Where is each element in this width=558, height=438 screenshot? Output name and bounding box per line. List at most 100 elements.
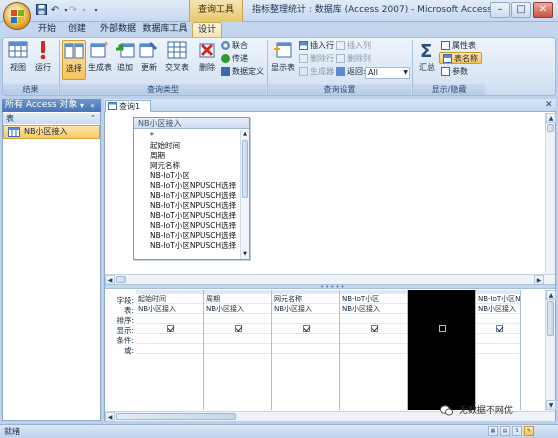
tab-create[interactable]: 创建: [64, 22, 90, 38]
insert-rows-button[interactable]: 插入行: [299, 40, 334, 52]
collapse-section-icon[interactable]: ⌃: [90, 113, 96, 124]
show-checkbox-cell[interactable]: [136, 324, 203, 334]
nav-pane-header[interactable]: 所有 Access 对象 ▾ «: [2, 99, 101, 112]
show-checkbox[interactable]: [495, 325, 503, 332]
field-list-title[interactable]: NB小区接入: [134, 118, 249, 129]
delete-button[interactable]: 删除: [196, 40, 218, 80]
pass-through-button[interactable]: 传递: [221, 53, 248, 65]
scroll-thumb[interactable]: [547, 124, 554, 132]
return-select[interactable]: All ▼: [365, 67, 410, 79]
minimize-button[interactable]: –: [490, 2, 510, 18]
field-item[interactable]: 网元名称: [150, 161, 240, 171]
scroll-down-icon[interactable]: ▼: [546, 400, 556, 410]
grid-vertical-scrollbar[interactable]: ▲ ▼: [545, 290, 556, 411]
sort-cell[interactable]: [340, 314, 407, 324]
table-cell[interactable]: NB小区接入: [272, 304, 339, 314]
or-cell[interactable]: [340, 344, 407, 354]
or-cell[interactable]: [408, 344, 475, 354]
show-checkbox[interactable]: [303, 325, 310, 332]
field-item[interactable]: 周期: [150, 151, 240, 161]
scroll-up-icon[interactable]: ▲: [546, 290, 556, 300]
grid-column[interactable]: 周期 NB小区接入: [204, 294, 272, 410]
field-item[interactable]: NB-IoT小区: [150, 171, 240, 181]
scroll-thumb[interactable]: [547, 301, 554, 336]
field-list-scrollbar[interactable]: ▲ ▼: [240, 130, 249, 259]
field-item[interactable]: NB-IoT小区NPUSCH选择: [150, 231, 240, 241]
run-button[interactable]: 运行: [32, 40, 54, 80]
table-cell[interactable]: NB小区接入: [476, 304, 520, 314]
delete-rows-button[interactable]: 删除行: [299, 53, 334, 65]
field-cell[interactable]: NB-IoT小区NPUSCH选: [476, 294, 520, 304]
table-cell[interactable]: NB小区接入: [204, 304, 271, 314]
close-document-icon[interactable]: ✕: [545, 100, 553, 110]
field-cell[interactable]: 周期: [204, 294, 271, 304]
pane-splitter[interactable]: •••••: [105, 283, 555, 291]
sort-cell[interactable]: [476, 314, 520, 324]
design-view-icon[interactable]: ✎: [524, 426, 534, 436]
maximize-button[interactable]: □: [511, 2, 531, 18]
show-checkbox[interactable]: [371, 325, 378, 332]
criteria-cell[interactable]: [204, 334, 271, 344]
show-table-button[interactable]: 显示表: [270, 40, 296, 80]
show-checkbox-cell[interactable]: [408, 324, 475, 334]
make-table-button[interactable]: 生成表: [87, 40, 113, 80]
field-item[interactable]: NB-IoT小区NPUSCH选择: [150, 211, 240, 221]
show-checkbox[interactable]: [167, 325, 174, 332]
scroll-thumb[interactable]: [116, 413, 236, 420]
field-item[interactable]: NB-IoT小区NPUSCH选择: [150, 221, 240, 231]
show-checkbox[interactable]: [235, 325, 242, 332]
vertical-scrollbar[interactable]: ▲: [545, 113, 556, 274]
or-cell[interactable]: [476, 344, 520, 354]
criteria-cell[interactable]: [340, 334, 407, 344]
sort-cell[interactable]: [272, 314, 339, 324]
table-cell[interactable]: NB小区接入: [340, 304, 407, 314]
field-item[interactable]: 起始时间: [150, 141, 240, 151]
view-button[interactable]: 视图: [6, 40, 30, 80]
show-checkbox-cell[interactable]: [204, 324, 271, 334]
tab-design[interactable]: 设计: [192, 22, 222, 38]
or-cell[interactable]: [272, 344, 339, 354]
sort-cell[interactable]: [204, 314, 271, 324]
sort-cell[interactable]: [408, 314, 475, 324]
datasheet-view-icon[interactable]: ▦: [488, 426, 498, 436]
chevron-down-icon[interactable]: ▾: [80, 99, 84, 112]
scroll-up-icon[interactable]: ▲: [241, 130, 249, 138]
close-button[interactable]: ✕: [533, 2, 553, 18]
criteria-cell[interactable]: [476, 334, 520, 344]
nav-section-tables[interactable]: 表 ⌃: [3, 113, 100, 124]
field-item[interactable]: NB-IoT小区NPUSCH选择: [150, 181, 240, 191]
delete-columns-button[interactable]: 删除列: [336, 53, 371, 65]
show-checkbox-cell[interactable]: [476, 324, 520, 334]
sort-cell[interactable]: [136, 314, 203, 324]
show-checkbox-cell[interactable]: [340, 324, 407, 334]
criteria-cell[interactable]: [408, 334, 475, 344]
criteria-cell[interactable]: [272, 334, 339, 344]
field-item[interactable]: NB-IoT小区NPUSCH选择: [150, 241, 240, 251]
or-cell[interactable]: [136, 344, 203, 354]
criteria-cell[interactable]: [136, 334, 203, 344]
field-cell[interactable]: 网元名称: [272, 294, 339, 304]
or-cell[interactable]: [204, 344, 271, 354]
office-button[interactable]: [3, 2, 31, 30]
show-checkbox[interactable]: [439, 325, 446, 332]
scroll-thumb[interactable]: [116, 276, 126, 283]
parameters-button[interactable]: 参数: [441, 66, 468, 78]
field-item[interactable]: *: [150, 131, 240, 141]
tab-home[interactable]: 开始: [34, 22, 60, 38]
totals-button[interactable]: Σ 汇总: [416, 40, 438, 80]
append-button[interactable]: 追加: [114, 40, 136, 80]
data-definition-button[interactable]: 数据定义: [221, 66, 264, 78]
scroll-up-icon[interactable]: ▲: [546, 113, 556, 123]
crosstab-button[interactable]: 交叉表: [162, 40, 192, 80]
pivot-table-view-icon[interactable]: ▤: [500, 426, 510, 436]
grid-column[interactable]: 起始时间 NB小区接入: [136, 294, 204, 410]
customize-toolbar-icon[interactable]: ▾: [89, 4, 103, 18]
tab-external-data[interactable]: 外部数据: [96, 22, 140, 38]
field-item[interactable]: NB-IoT小区NPUSCH选择: [150, 201, 240, 211]
field-cell[interactable]: [408, 294, 475, 304]
grid-column[interactable]: 网元名称 NB小区接入: [272, 294, 340, 410]
show-checkbox-cell[interactable]: [272, 324, 339, 334]
field-cell[interactable]: 起始时间: [136, 294, 203, 304]
grid-column[interactable]: NB-IoT小区 NB小区接入: [340, 294, 408, 410]
table-cell[interactable]: [408, 304, 475, 314]
